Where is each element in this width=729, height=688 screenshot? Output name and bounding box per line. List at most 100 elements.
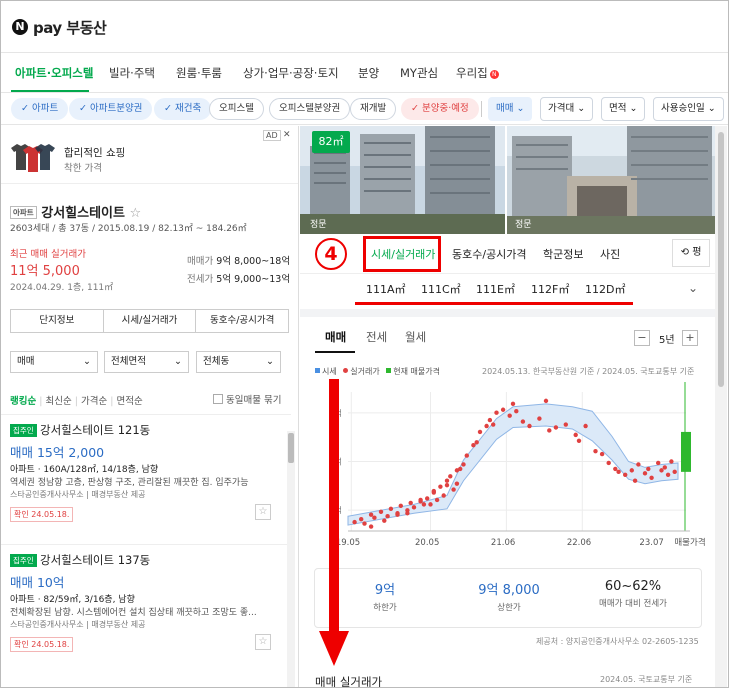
ad-subtitle: 착한 가격 (64, 163, 102, 174)
nav-villa[interactable]: 빌라·주택 (109, 65, 155, 81)
unit-price-button[interactable]: 동호수/공시가격 (196, 310, 288, 332)
period-minus-button[interactable]: − (634, 330, 650, 346)
chip-label: 분양중·예정 (421, 103, 469, 114)
list-area-select[interactable]: 전체면적 ⌄ (104, 351, 189, 373)
filter-chip-presale-upcoming[interactable]: ✓ 분양중·예정 (401, 98, 479, 120)
transaction-point (665, 472, 671, 478)
price-chart[interactable]: 억억억19.0520.0521.0622.0623.07매물가격 (300, 376, 716, 556)
left-panel: 합리적인 쇼핑 착한 가격 AD ✕ 아파트 강서힐스테이트 ☆ 2603세대 … (1, 126, 299, 687)
listing-agent: 스타공인중개사사무소 | 매경부동산 제공 (10, 490, 146, 499)
owner-tag: 집주인 (10, 554, 37, 567)
transaction-point (444, 478, 450, 483)
filter-chip-apartment[interactable]: ✓ 아파트 (11, 98, 69, 120)
transaction-point (421, 502, 427, 507)
tab-monthly[interactable]: 월세 (405, 329, 426, 345)
legend-label: 시세 (322, 367, 337, 376)
area-tab-111c[interactable]: 111C㎡ (421, 281, 461, 297)
legend-marker (386, 368, 392, 373)
select-label: 사용승인일 (661, 103, 705, 114)
sort-price[interactable]: 가격순 (81, 396, 107, 407)
filter-chip-apt-presale[interactable]: ✓ 아파트분양권 (69, 98, 153, 120)
transaction-point (487, 417, 493, 423)
favorite-star-icon[interactable]: ☆ (255, 634, 271, 650)
price-history-button[interactable]: 시세/실거래가 (104, 310, 197, 332)
chevron-down-icon[interactable]: ⌄ (688, 281, 698, 295)
tab-jeonse[interactable]: 전세 (366, 329, 387, 345)
area-tab-111a[interactable]: 111A㎡ (366, 281, 406, 297)
transaction-point (418, 497, 423, 503)
list-item[interactable]: 집주인 강서힐스테이트 121동 매매 15억 2,000 아파트 · 160A… (1, 414, 291, 534)
nav-commercial[interactable]: 상가·업무·공장·토지 (243, 65, 339, 81)
complex-info-button[interactable]: 단지정보 (11, 310, 104, 332)
transaction-point (458, 466, 463, 472)
nav-my-home[interactable]: 우리집 N (456, 65, 499, 81)
transaction-point (448, 474, 453, 479)
tab-unit-price[interactable]: 동호수/공시가격 (452, 246, 527, 262)
transaction-point (444, 482, 450, 488)
favorite-star-icon[interactable]: ☆ (255, 504, 271, 520)
transaction-point (464, 453, 469, 458)
area-tab-111e[interactable]: 111E㎡ (476, 281, 515, 297)
area-tab-112d[interactable]: 112D㎡ (585, 281, 625, 297)
group-same-listing-checkbox[interactable]: 동일매물 묶기 (213, 392, 281, 406)
listing-detail: 아파트 · 160A/128㎡, 14/18층, 남향 (10, 465, 159, 475)
tab-sale[interactable]: 매매 (325, 329, 346, 345)
market-price-band (347, 403, 679, 526)
nav-apartment[interactable]: 아파트·오피스텔 (15, 65, 93, 81)
list-scrollbar[interactable] (287, 431, 295, 687)
scrollbar-thumb[interactable] (288, 433, 294, 463)
nav-my-interest[interactable]: MY관심 (400, 65, 438, 81)
filter-chip-officetel-presale[interactable]: 오피스텔분양권 (269, 98, 351, 120)
listing-price: 매매 15억 2,000 (10, 445, 105, 460)
sort-ranking[interactable]: 랭킹순 (10, 396, 36, 407)
list-building-select[interactable]: 전체동 ⌄ (196, 351, 281, 373)
naver-logo-icon[interactable]: N (12, 19, 28, 35)
chip-label: 재건축 (174, 103, 202, 114)
transaction-point (632, 478, 638, 483)
period-plus-button[interactable]: + (682, 330, 698, 346)
price-stats: 9억 하한가 9억 8,000 상한가 60~62% 매매가 대비 전세가 (314, 568, 702, 628)
complex-photo[interactable]: 정문 (507, 126, 716, 234)
transaction-point (636, 462, 641, 467)
transaction-point (616, 469, 621, 475)
close-icon[interactable]: ✕ (283, 130, 291, 140)
area-select[interactable]: 면적 ⌄ (601, 97, 646, 121)
unit-toggle-button[interactable]: ⟲ 평 (672, 239, 710, 267)
sort-latest[interactable]: 최신순 (46, 396, 72, 407)
area-tab-82[interactable]: 82㎡ (312, 131, 350, 153)
filter-chip-rebuild[interactable]: ✓ 재건축 (154, 98, 212, 120)
list-trade-select[interactable]: 매매 ⌄ (10, 351, 98, 373)
transaction-point (547, 428, 552, 433)
chevron-down-icon: ⌄ (629, 103, 638, 114)
tab-school[interactable]: 학군정보 (543, 246, 583, 262)
list-item[interactable]: 집주인 강서힐스테이트 137동 매매 10억 아파트 · 82/59㎡, 3/… (1, 544, 291, 664)
approval-date-select[interactable]: 사용승인일 ⌄ (653, 97, 724, 121)
area-tab-112f[interactable]: 112F㎡ (531, 281, 569, 297)
price-range-select[interactable]: 가격대 ⌄ (540, 97, 594, 121)
filter-chip-redevelop[interactable]: 재개발 (350, 98, 397, 120)
favorite-star-icon[interactable]: ☆ (130, 206, 142, 221)
transaction-point (352, 519, 357, 525)
scrollbar-thumb[interactable] (718, 132, 724, 387)
photo-caption: 정문 (515, 220, 532, 230)
sort-area[interactable]: 면적순 (117, 396, 143, 407)
deal-tabs (300, 317, 716, 355)
transaction-point (368, 524, 374, 529)
transaction-point (474, 440, 479, 445)
transaction-point (477, 429, 483, 435)
complex-meta: 2603세대 / 총 37동 / 2015.08.19 / 82.13㎡ ~ 1… (10, 224, 247, 234)
transaction-point (606, 460, 611, 466)
ad-banner[interactable]: 합리적인 쇼핑 착한 가격 AD ✕ (1, 126, 298, 184)
filter-chip-officetel[interactable]: 오피스텔 (209, 98, 264, 120)
trade-type-select[interactable]: 매매 ⌄ (488, 97, 533, 121)
detail-scrollbar[interactable] (715, 126, 727, 687)
confirm-date: 확인 24.05.18. (10, 637, 74, 652)
nav-oneroom[interactable]: 원룸·투룸 (176, 65, 222, 81)
recent-date: 2024.04.29. 1층, 111㎡ (10, 283, 114, 293)
nav-presale[interactable]: 분양 (358, 65, 379, 81)
tab-photos[interactable]: 사진 (600, 246, 620, 262)
complex-name: 강서힐스테이트 (41, 206, 125, 221)
filter-divider (481, 101, 482, 117)
app-title[interactable]: pay 부동산 (33, 17, 107, 38)
transaction-point (514, 409, 519, 414)
